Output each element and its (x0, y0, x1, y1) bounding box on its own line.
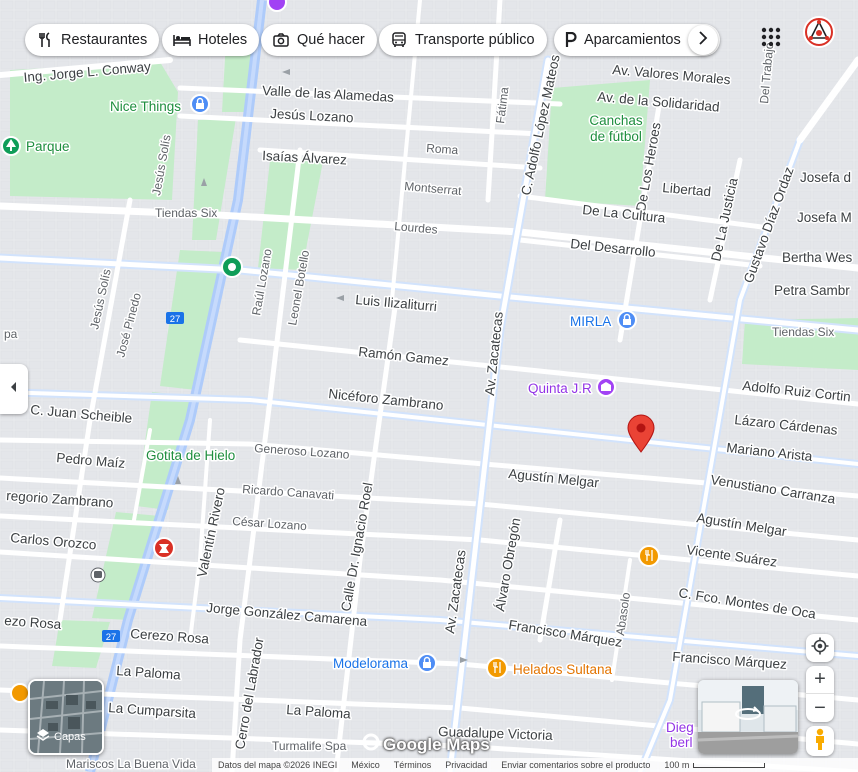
street-view-preview[interactable] (698, 680, 798, 754)
scale-label: 100 m (664, 760, 690, 770)
chips-scroll-right-button[interactable] (688, 25, 718, 55)
pin-logo-icon (362, 733, 380, 756)
route-shield: 27 (166, 312, 184, 325)
poi-marker-nice-things[interactable] (190, 94, 210, 114)
scale-bar (693, 762, 766, 768)
street-label: Josefa d (800, 170, 851, 185)
poi-marker-green-station[interactable] (221, 256, 243, 278)
street-label: Josefa M (797, 210, 852, 225)
street-label: pa (4, 327, 18, 341)
place-label: Tiendas Six (155, 206, 217, 220)
chip-hotels[interactable]: Hoteles (162, 24, 260, 56)
place-label: Gotita de Hielo (146, 448, 235, 463)
poi-marker-helados-sultana[interactable] (486, 657, 508, 679)
privacy-link[interactable]: Privacidad (445, 760, 487, 770)
crosshair-icon (811, 637, 829, 660)
place-label: Turmalife Spa (272, 739, 347, 753)
place-label: Canchas (589, 113, 643, 128)
street-label: Bertha Wes (782, 250, 853, 265)
google-maps-logo: Google Maps (362, 733, 490, 756)
place-label: berl (670, 735, 693, 750)
map-footer: Datos del mapa ©2026 INEGI México Términ… (212, 758, 858, 772)
pegman-button[interactable] (806, 726, 834, 756)
zoom-controls: + − (806, 666, 834, 722)
camera-icon (271, 30, 291, 50)
place-label: Tiendas Six (772, 325, 834, 339)
poi-marker-modelorama[interactable] (417, 653, 437, 673)
feedback-link[interactable]: Enviar comentarios sobre el producto (501, 760, 650, 770)
layers-icon (36, 728, 50, 745)
poi-marker-top-purple[interactable] (267, 0, 287, 12)
scale-indicator[interactable]: 100 m (664, 760, 766, 770)
place-label: MIRLA (570, 314, 611, 329)
parking-icon (564, 30, 578, 50)
poi-marker-bus-stop[interactable] (90, 567, 106, 583)
bed-icon (172, 30, 192, 50)
chip-label: Restaurantes (61, 32, 148, 48)
chevron-right-icon (698, 30, 708, 50)
street-label: Roma (426, 141, 459, 157)
poi-marker-red-shop[interactable] (153, 537, 175, 559)
place-label: Helados Sultana (513, 662, 613, 677)
logo-text: Google Maps (383, 734, 490, 754)
bus-icon (389, 30, 409, 50)
place-label: Quinta J.R (528, 381, 592, 396)
account-avatar[interactable] (803, 16, 835, 48)
country-link[interactable]: México (351, 760, 380, 770)
fork-knife-icon (35, 30, 55, 50)
chip-things-to-do[interactable]: Qué hacer (261, 24, 377, 56)
place-label: Parque (26, 139, 70, 154)
chip-public-transport[interactable]: Transporte público (379, 24, 547, 56)
map-canvas[interactable]: Ing. Jorge L. Conway Valle de las Alamed… (0, 0, 858, 772)
poi-marker-restaurant[interactable] (638, 545, 660, 567)
chevron-left-icon (10, 380, 18, 398)
apps-grid-icon[interactable] (760, 26, 782, 48)
rotate-360-icon (734, 704, 762, 727)
street-label: Petra Sambr (774, 283, 850, 298)
route-shield: 27 (102, 630, 120, 643)
poi-marker-mirla[interactable] (617, 310, 637, 330)
terms-link[interactable]: Términos (394, 760, 432, 770)
chip-label: Transporte público (415, 32, 535, 48)
zoom-out-button[interactable]: − (806, 694, 834, 722)
collapse-panel-button[interactable] (0, 364, 28, 414)
pegman-icon (813, 728, 827, 755)
zoom-in-button[interactable]: + (806, 666, 834, 694)
svg-text:27: 27 (170, 314, 181, 325)
place-label: Nice Things (110, 99, 181, 114)
chip-restaurants[interactable]: Restaurantes (25, 24, 160, 56)
layers-button[interactable]: Capas (28, 679, 104, 755)
layers-label: Capas (54, 730, 86, 743)
place-label: Mariscos La Buena Vida (66, 757, 196, 771)
svg-text:27: 27 (106, 632, 117, 643)
map-data-attribution: Datos del mapa ©2026 INEGI (218, 760, 338, 770)
chip-label: Qué hacer (297, 32, 365, 48)
chip-label: Hoteles (198, 32, 248, 48)
my-location-button[interactable] (806, 634, 834, 662)
place-label: Modelorama (333, 656, 409, 671)
place-label: de fútbol (590, 129, 642, 144)
poi-marker-orange-left[interactable] (10, 683, 30, 703)
place-label: Dieg (666, 720, 694, 735)
chip-label: Aparcamientos (584, 32, 681, 48)
poi-marker-quinta-jr[interactable] (596, 377, 616, 397)
poi-marker-parque[interactable] (1, 136, 21, 156)
